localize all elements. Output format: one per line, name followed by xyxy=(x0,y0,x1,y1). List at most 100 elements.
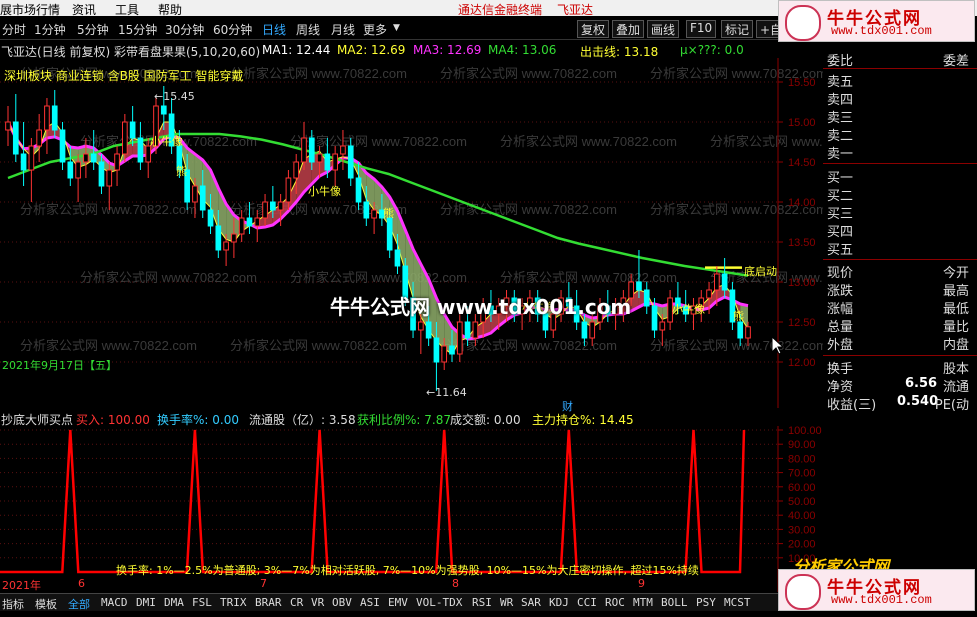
tab-roc[interactable]: ROC xyxy=(605,596,625,609)
period-toolbar: 分时 1分钟 5分钟 15分钟 30分钟 60分钟 日线 周线 月线 更多 ▼ … xyxy=(0,17,798,40)
tab-emv[interactable]: EMV xyxy=(388,596,408,609)
bear-label-3: 熊 xyxy=(733,310,744,323)
tab-模板[interactable]: 模板 xyxy=(35,596,57,612)
tab-trix[interactable]: TRIX xyxy=(220,596,247,609)
tab-sar[interactable]: SAR xyxy=(521,596,541,609)
period-5min[interactable]: 5分钟 xyxy=(77,21,109,38)
period-daily[interactable]: 日线 xyxy=(262,21,286,38)
period-15min[interactable]: 15分钟 xyxy=(118,21,157,38)
promo-text[interactable]: 通达信金融终端 xyxy=(458,1,542,18)
commission-diff-label: 委差 xyxy=(942,54,969,69)
tab-fsl[interactable]: FSL xyxy=(192,596,212,609)
high-price-value: 15.45 xyxy=(163,90,195,103)
indicator-bar: 抄底大师买点 买入: 100.00 换手率%: 0.00 流通股（亿）: 3.5… xyxy=(0,408,778,427)
background-watermark: 分析家公式网 www.70822.com xyxy=(500,134,677,149)
candle-body xyxy=(301,137,307,163)
background-watermark: 分析家公式网 www.70822.com xyxy=(650,338,823,353)
price-tick-label: 15.00 xyxy=(788,117,816,129)
price-tick-label: 13.50 xyxy=(788,237,816,249)
price-tick-label: 12.00 xyxy=(788,357,816,369)
candle-body xyxy=(721,273,728,291)
candle-body xyxy=(340,145,346,155)
candle-body xyxy=(215,225,222,251)
candle-body xyxy=(231,233,237,243)
xaxis-month-9: 9 xyxy=(638,577,645,590)
eps-label: 收益(三) xyxy=(827,398,877,413)
mark-button[interactable]: 标记 xyxy=(721,20,754,38)
candle-body xyxy=(137,137,144,163)
tab-cci[interactable]: CCI xyxy=(577,596,597,609)
candle-body xyxy=(643,289,650,307)
restore-rights-button[interactable]: 复权 xyxy=(577,20,610,38)
period-1min[interactable]: 1分钟 xyxy=(34,21,66,38)
chevron-down-icon[interactable]: ▼ xyxy=(393,23,400,33)
candle-body xyxy=(737,321,744,339)
menu-news[interactable]: 资讯 xyxy=(72,1,96,18)
share-capital-label: 股本 xyxy=(942,362,969,377)
tab-dmi[interactable]: DMI xyxy=(136,596,156,609)
xaxis-month-8: 8 xyxy=(452,577,459,590)
f10-button[interactable]: F10 xyxy=(686,20,717,38)
stat-price-label: 现价 xyxy=(827,266,854,281)
tab-macd[interactable]: MACD xyxy=(101,596,128,609)
period-weekly[interactable]: 周线 xyxy=(296,21,320,38)
tab-dma[interactable]: DMA xyxy=(164,596,184,609)
period-more[interactable]: 更多 xyxy=(363,21,387,38)
background-watermark: 分析家公式网 www.70822.com xyxy=(20,202,197,217)
cow-logo-icon xyxy=(785,5,821,41)
indicator-tick-label: 90.00 xyxy=(788,439,816,451)
candle-body xyxy=(332,153,338,171)
buy-2: 买二 xyxy=(827,189,854,204)
candle-body xyxy=(441,345,448,363)
ma2-value: MA2: 12.69 xyxy=(337,43,406,57)
tab-psy[interactable]: PSY xyxy=(696,596,716,609)
stat-low-label: 最低 xyxy=(942,302,969,317)
tab-指标[interactable]: 指标 xyxy=(2,596,24,612)
tab-全部[interactable]: 全部 xyxy=(68,596,90,612)
period-30min[interactable]: 30分钟 xyxy=(165,21,204,38)
menu-help[interactable]: 帮助 xyxy=(158,1,182,18)
period-monthly[interactable]: 月线 xyxy=(331,21,355,38)
tab-asi[interactable]: ASI xyxy=(360,596,380,609)
ad-banner-bottom[interactable]: 牛牛公式网 www.tdx001.com xyxy=(778,569,975,611)
candle-body xyxy=(651,305,658,331)
draw-line-button[interactable]: 画线 xyxy=(647,20,680,38)
candle-body xyxy=(363,201,370,219)
price-tick-label: 13.00 xyxy=(788,277,816,289)
period-fenshi[interactable]: 分时 xyxy=(2,21,26,38)
tab-wr[interactable]: WR xyxy=(500,596,513,609)
tab-kdj[interactable]: KDJ xyxy=(549,596,569,609)
period-60min[interactable]: 60分钟 xyxy=(213,21,252,38)
candle-body xyxy=(425,321,432,339)
indicator-tick-label: 60.00 xyxy=(788,482,816,494)
main-kline-chart[interactable]: 分析家公式网 www.70822.com 分析家公式网 www.70822.com… xyxy=(0,58,823,408)
buy-5: 买五 xyxy=(827,243,854,258)
ad-banner-top[interactable]: 牛牛公式网 www.tdx001.com xyxy=(778,0,975,42)
candle-body xyxy=(114,153,120,171)
tab-vol-tdx[interactable]: VOL-TDX xyxy=(416,596,462,609)
tab-cr[interactable]: CR xyxy=(290,596,303,609)
tab-vr[interactable]: VR xyxy=(311,596,324,609)
buy-4: 买四 xyxy=(827,225,854,240)
overlay-button[interactable]: 叠加 xyxy=(612,20,645,38)
stat-change-label: 涨跌 xyxy=(827,284,854,299)
candle-body xyxy=(254,217,261,227)
candle-body xyxy=(347,145,354,179)
tab-rsi[interactable]: RSI xyxy=(472,596,492,609)
xaxis-month-7: 7 xyxy=(260,577,267,590)
background-watermark: 分析家公式网 www.70822.com xyxy=(230,338,407,353)
price-axis: 15.50 15.00 14.50 14.00 13.50 13.00 12.50 12.00 xyxy=(778,77,816,369)
menu-market[interactable]: 展市场行情 xyxy=(0,1,60,18)
bull-label-1: 小牛像 xyxy=(150,135,183,148)
tab-obv[interactable]: OBV xyxy=(332,596,352,609)
candle-body xyxy=(36,129,42,147)
tab-mtm[interactable]: MTM xyxy=(633,596,653,609)
buy-1: 买一 xyxy=(827,171,854,186)
cow-logo-icon xyxy=(785,574,821,610)
tab-mcst[interactable]: MCST xyxy=(724,596,751,609)
tab-boll[interactable]: BOLL xyxy=(661,596,688,609)
eps-value: 0.540 xyxy=(897,394,939,409)
menu-tools[interactable]: 工具 xyxy=(115,1,139,18)
candle-body xyxy=(5,121,11,131)
tab-brar[interactable]: BRAR xyxy=(255,596,282,609)
